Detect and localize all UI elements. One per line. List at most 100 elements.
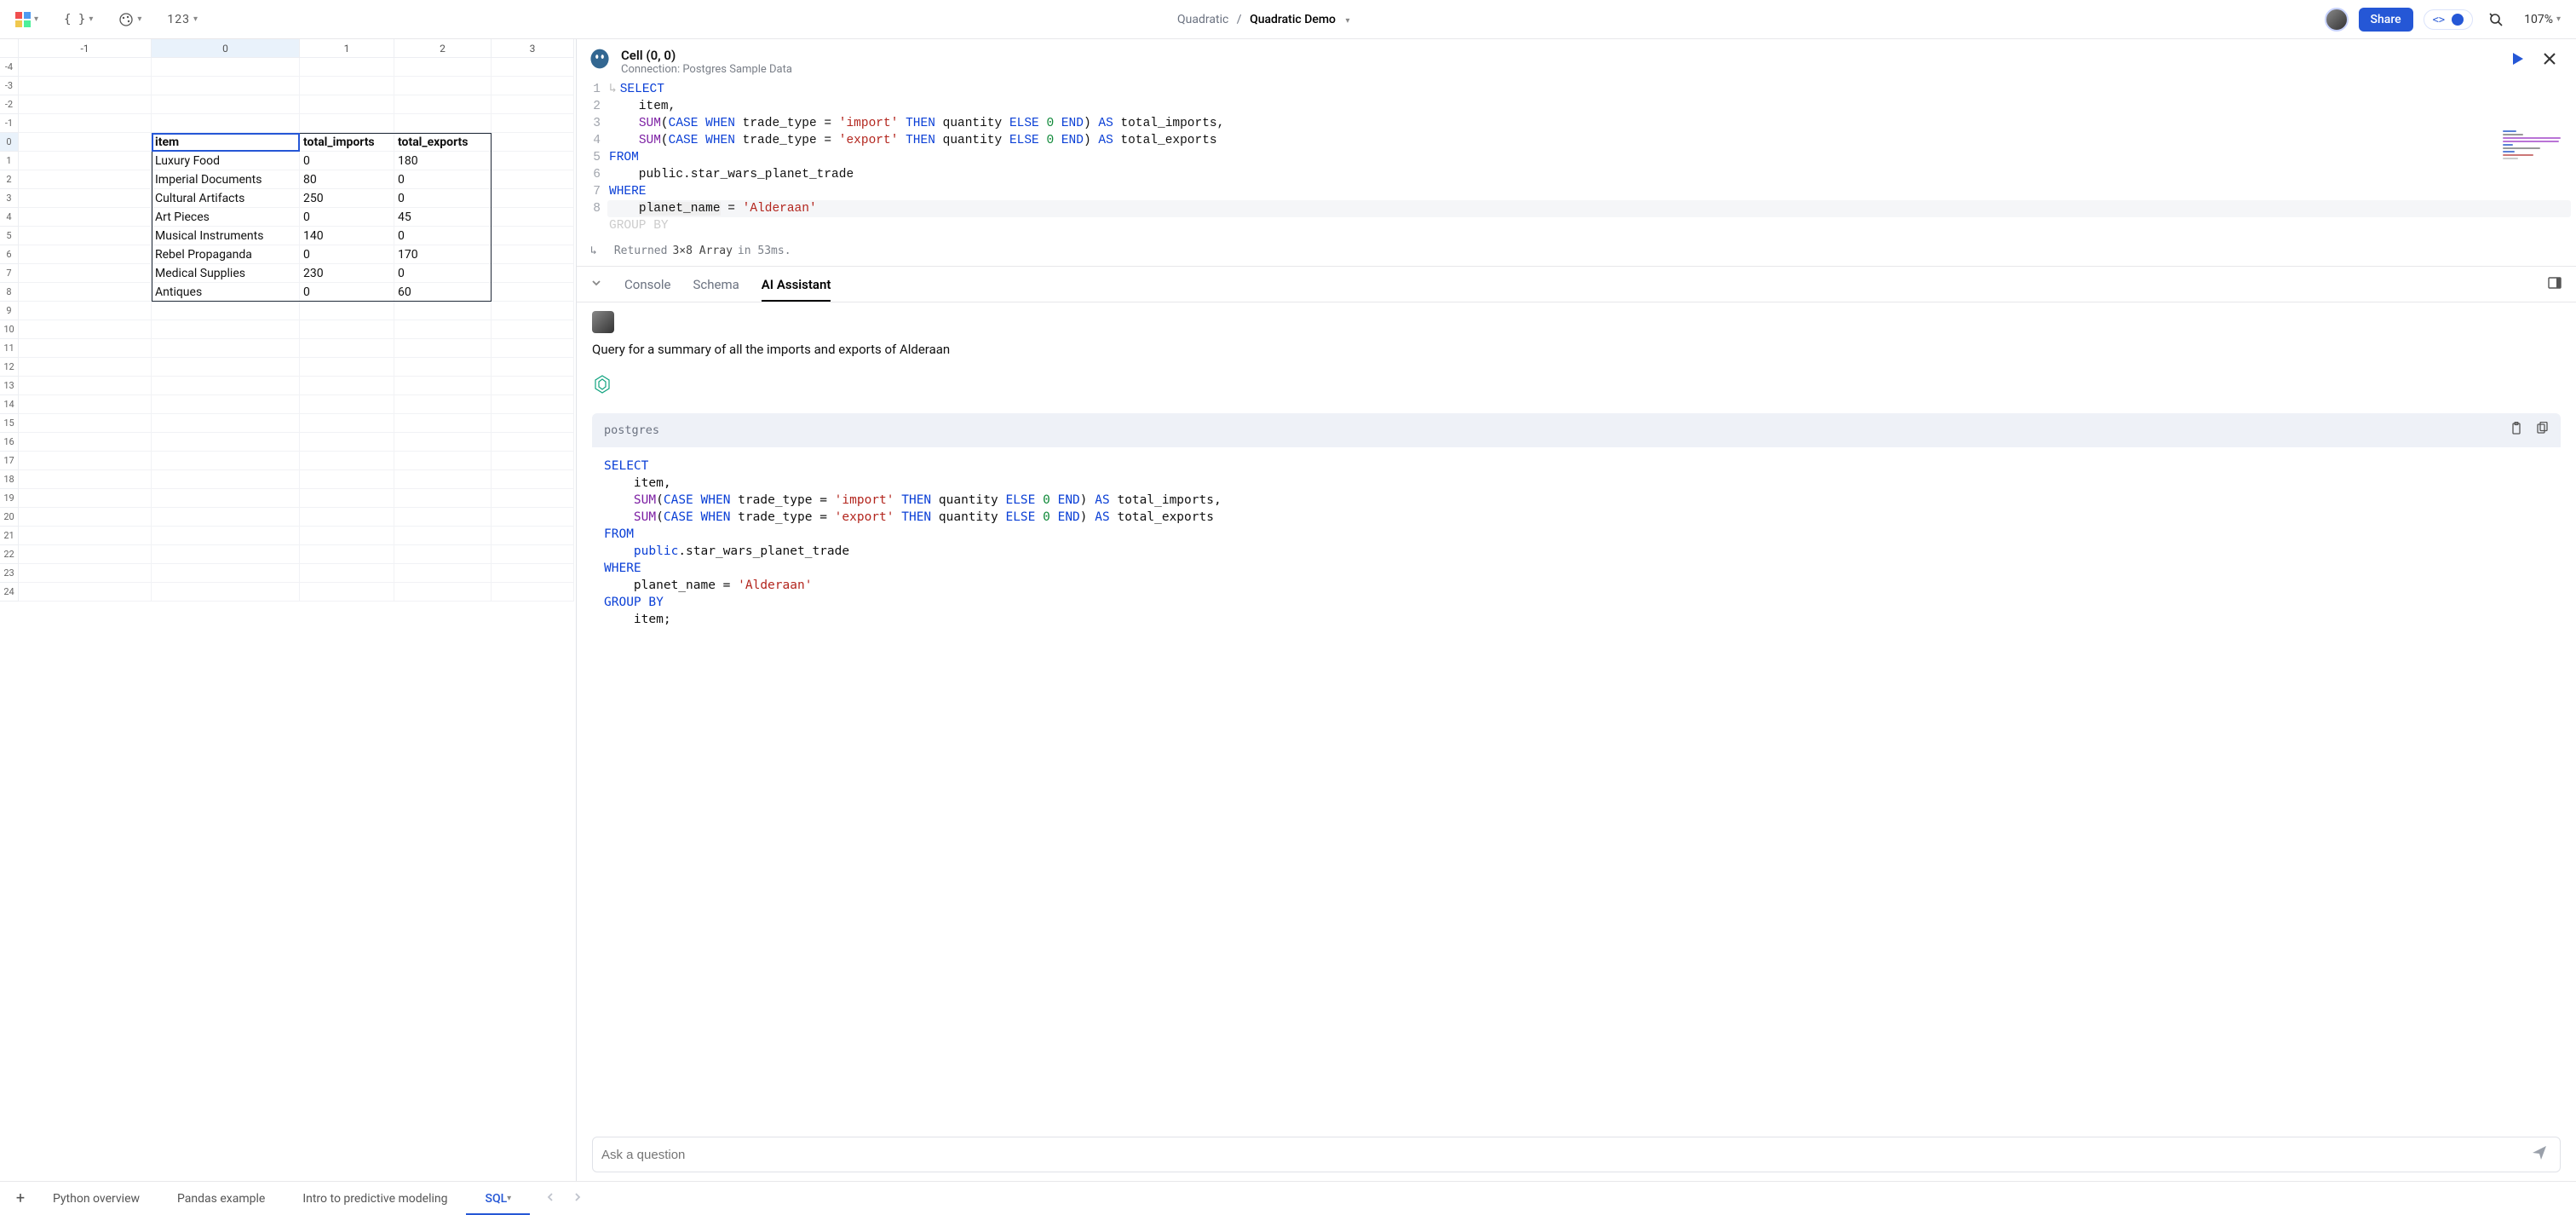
collapse-panel-button[interactable] (590, 277, 602, 292)
close-button[interactable] (2539, 48, 2561, 74)
row-header[interactable]: 11 (0, 339, 19, 358)
row-header[interactable]: 0 (0, 133, 19, 152)
cell[interactable] (19, 170, 152, 189)
cell[interactable] (19, 433, 152, 452)
next-sheet-button[interactable] (572, 1192, 583, 1206)
tab-console[interactable]: Console (624, 277, 671, 292)
run-button[interactable] (2506, 48, 2528, 73)
cell[interactable]: 0 (300, 245, 394, 264)
cell[interactable] (492, 377, 574, 395)
cell[interactable]: 0 (300, 283, 394, 302)
cell[interactable] (152, 583, 300, 602)
cell[interactable] (19, 320, 152, 339)
cell[interactable] (300, 433, 394, 452)
cell[interactable]: 140 (300, 227, 394, 245)
cell[interactable] (492, 208, 574, 227)
row-header[interactable]: -1 (0, 114, 19, 133)
cell[interactable] (492, 245, 574, 264)
cell[interactable] (492, 433, 574, 452)
cell[interactable]: 80 (300, 170, 394, 189)
cell[interactable] (492, 152, 574, 170)
cell[interactable]: total_imports (300, 133, 394, 152)
cell[interactable] (394, 564, 492, 583)
cell[interactable] (152, 508, 300, 527)
cell[interactable] (300, 470, 394, 489)
cell[interactable] (394, 414, 492, 433)
prev-sheet-button[interactable] (545, 1192, 555, 1206)
cell[interactable] (492, 189, 574, 208)
cell[interactable] (152, 77, 300, 95)
cell[interactable] (394, 58, 492, 77)
sheet-tab[interactable]: Pandas example (158, 1182, 284, 1215)
cell[interactable]: Luxury Food (152, 152, 300, 170)
cell[interactable]: 45 (394, 208, 492, 227)
column-header[interactable]: 2 (394, 39, 492, 58)
chat-input-field[interactable] (601, 1148, 2527, 1162)
copy-code-button[interactable] (2535, 422, 2549, 439)
cell[interactable] (300, 358, 394, 377)
row-header[interactable]: -2 (0, 95, 19, 114)
number-format-menu[interactable]: 123 ▾ (162, 9, 203, 30)
cell[interactable]: Medical Supplies (152, 264, 300, 283)
search-button[interactable] (2483, 9, 2509, 31)
cell[interactable] (300, 545, 394, 564)
cell[interactable] (492, 227, 574, 245)
cell[interactable] (394, 377, 492, 395)
cell[interactable] (152, 320, 300, 339)
cell[interactable] (394, 527, 492, 545)
cell[interactable] (19, 245, 152, 264)
cell[interactable] (152, 358, 300, 377)
cell[interactable] (19, 95, 152, 114)
cell[interactable] (394, 339, 492, 358)
cell[interactable] (152, 433, 300, 452)
cell[interactable] (300, 339, 394, 358)
cell[interactable] (492, 95, 574, 114)
cell[interactable] (492, 320, 574, 339)
row-header[interactable]: 6 (0, 245, 19, 264)
cell[interactable] (152, 114, 300, 133)
tab-schema[interactable]: Schema (693, 277, 739, 292)
cell[interactable] (19, 508, 152, 527)
row-header[interactable]: 10 (0, 320, 19, 339)
cell[interactable] (300, 320, 394, 339)
cell[interactable] (19, 564, 152, 583)
row-header[interactable]: 5 (0, 227, 19, 245)
cell[interactable] (394, 114, 492, 133)
spreadsheet-grid[interactable]: -10123-4-3-2-10itemtotal_importstotal_ex… (0, 39, 576, 1181)
cell[interactable] (492, 283, 574, 302)
cell[interactable] (394, 452, 492, 470)
cell[interactable]: Imperial Documents (152, 170, 300, 189)
cell[interactable]: 0 (300, 208, 394, 227)
cell[interactable] (152, 95, 300, 114)
cell[interactable] (19, 189, 152, 208)
cell[interactable] (300, 302, 394, 320)
cell[interactable] (19, 377, 152, 395)
cell[interactable] (492, 358, 574, 377)
cell[interactable] (19, 133, 152, 152)
cell[interactable] (19, 583, 152, 602)
row-header[interactable]: 7 (0, 264, 19, 283)
row-header[interactable]: 14 (0, 395, 19, 414)
tab-ai-assistant[interactable]: AI Assistant (762, 277, 831, 302)
cell[interactable] (492, 452, 574, 470)
cell[interactable]: Antiques (152, 283, 300, 302)
row-header[interactable]: 1 (0, 152, 19, 170)
cell[interactable] (19, 283, 152, 302)
cell[interactable] (394, 320, 492, 339)
cell[interactable] (492, 583, 574, 602)
cell[interactable]: 0 (394, 264, 492, 283)
row-header[interactable]: 24 (0, 583, 19, 602)
cell[interactable] (492, 58, 574, 77)
cell[interactable] (394, 489, 492, 508)
row-header[interactable]: 12 (0, 358, 19, 377)
cell[interactable] (19, 302, 152, 320)
cell[interactable] (19, 395, 152, 414)
row-header[interactable]: 16 (0, 433, 19, 452)
code-cell-menu[interactable]: { } ▾ (59, 9, 98, 30)
cell[interactable] (492, 170, 574, 189)
cell[interactable] (300, 527, 394, 545)
row-header[interactable]: 4 (0, 208, 19, 227)
cell[interactable] (19, 414, 152, 433)
cell[interactable]: 0 (394, 227, 492, 245)
cell[interactable] (152, 452, 300, 470)
